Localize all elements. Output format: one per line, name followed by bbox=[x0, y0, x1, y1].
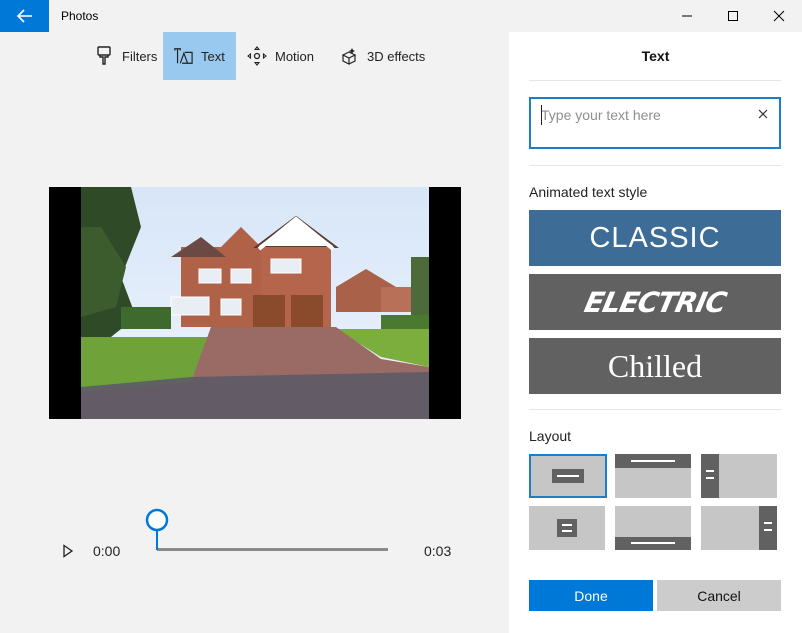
style-chilled-label: Chilled bbox=[607, 347, 703, 384]
style-classic[interactable]: CLASSIC bbox=[529, 210, 781, 266]
motion-icon bbox=[247, 46, 267, 66]
layout-center[interactable] bbox=[529, 454, 607, 498]
text-icon bbox=[173, 46, 193, 66]
divider bbox=[529, 165, 781, 166]
animated-style-label: Animated text style bbox=[529, 184, 648, 200]
paintbrush-icon bbox=[94, 46, 114, 66]
tab-text[interactable]: Text bbox=[163, 32, 236, 80]
tab-filters-label: Filters bbox=[122, 48, 158, 64]
end-time: 0:03 bbox=[424, 543, 452, 559]
minimize-button[interactable] bbox=[664, 0, 710, 32]
close-icon bbox=[773, 10, 785, 22]
layout-left[interactable] bbox=[701, 454, 777, 498]
close-button[interactable] bbox=[756, 0, 802, 32]
tab-filters[interactable]: Filters bbox=[84, 32, 172, 80]
divider bbox=[529, 80, 781, 81]
panel-title: Text bbox=[641, 48, 670, 64]
text-panel: Text Animated text style CLASSIC ELECTRI… bbox=[509, 32, 802, 633]
style-classic-label: CLASSIC bbox=[589, 221, 721, 254]
tab-3d-effects-label: 3D effects bbox=[367, 48, 426, 64]
3d-effects-icon bbox=[339, 46, 359, 66]
current-time: 0:00 bbox=[93, 543, 121, 559]
style-chilled[interactable]: Chilled bbox=[529, 338, 781, 394]
divider bbox=[529, 409, 781, 410]
text-caret bbox=[541, 105, 542, 125]
tab-motion[interactable]: Motion bbox=[247, 32, 329, 80]
style-electric-label: ELECTRIC bbox=[581, 285, 729, 319]
layout-label: Layout bbox=[529, 428, 572, 444]
timeline-track[interactable] bbox=[157, 548, 388, 551]
text-input-box[interactable] bbox=[529, 97, 781, 149]
tab-3d-effects[interactable]: 3D effects bbox=[339, 32, 435, 80]
app-title: Photos bbox=[61, 9, 99, 23]
title-bar: Photos bbox=[0, 0, 802, 32]
back-button[interactable] bbox=[0, 0, 49, 32]
cancel-button[interactable]: Cancel bbox=[657, 580, 781, 611]
close-icon bbox=[758, 109, 768, 119]
clear-text-button[interactable] bbox=[755, 106, 771, 122]
minimize-icon bbox=[682, 15, 692, 17]
style-electric[interactable]: ELECTRIC bbox=[529, 274, 781, 330]
layout-right[interactable] bbox=[701, 506, 777, 550]
text-input[interactable] bbox=[541, 103, 746, 127]
play-icon bbox=[63, 544, 74, 558]
tab-text-label: Text bbox=[201, 48, 225, 64]
house-photo bbox=[81, 187, 429, 419]
layout-center-boxed[interactable] bbox=[529, 506, 605, 550]
tab-motion-label: Motion bbox=[275, 48, 315, 64]
timeline-handle[interactable] bbox=[145, 508, 169, 550]
maximize-icon bbox=[728, 11, 738, 21]
maximize-button[interactable] bbox=[710, 0, 756, 32]
done-button[interactable]: Done bbox=[529, 580, 653, 611]
play-button[interactable] bbox=[58, 541, 78, 561]
layout-bottom[interactable] bbox=[615, 506, 691, 550]
video-preview bbox=[49, 187, 461, 419]
back-arrow-icon bbox=[16, 9, 32, 23]
layout-top[interactable] bbox=[615, 454, 691, 498]
